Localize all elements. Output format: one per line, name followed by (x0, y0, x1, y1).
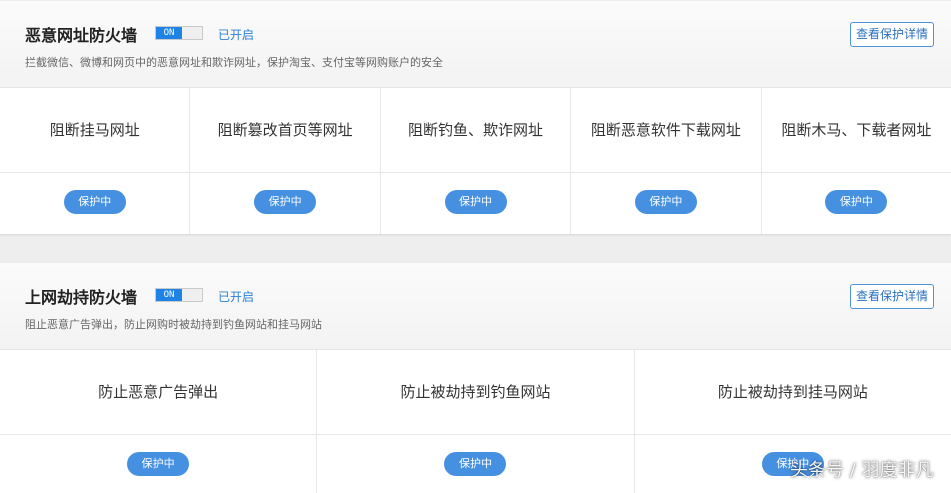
malicious-url-firewall-panel: 恶意网址防火墙 ON 已开启 拦截微信、微博和网页中的恶意网址和欺诈网址，保护淘… (0, 1, 951, 234)
protection-item-label: 阻断篡改首页等网址 (190, 88, 380, 173)
protection-item-label: 防止被劫持到挂马网站 (634, 350, 951, 435)
toggle-on-label: ON (156, 27, 182, 39)
protecting-badge: 保护中 (444, 452, 507, 476)
firewall-toggle[interactable]: ON (155, 288, 203, 302)
watermark: 头条号 / 羽度非凡 (790, 460, 934, 481)
panel-description: 拦截微信、微博和网页中的恶意网址和欺诈网址，保护淘宝、支付宝等网购账户的安全 (25, 56, 443, 69)
protection-item-label: 阻断挂马网址 (0, 88, 190, 173)
panel-header: 上网劫持防火墙 ON 已开启 阻止恶意广告弹出，防止网购时被劫持到钓鱼网站和挂马… (0, 263, 951, 350)
protection-item-label: 防止被劫持到钓鱼网站 (317, 350, 634, 435)
protection-item: 阻断篡改首页等网址 保护中 (190, 88, 381, 234)
view-protection-details-button[interactable]: 查看保护详情 (850, 22, 934, 47)
protection-item: 阻断恶意软件下载网址 保护中 (571, 88, 762, 234)
toggle-on-label: ON (156, 289, 182, 301)
protecting-badge: 保护中 (825, 190, 888, 214)
protection-item: 阻断挂马网址 保护中 (0, 88, 191, 234)
panel-title: 恶意网址防火墙 (25, 26, 138, 45)
protection-item: 阻断木马、下载者网址 保护中 (761, 88, 951, 234)
protection-item-label: 防止恶意广告弹出 (0, 350, 317, 435)
panel-title: 上网劫持防火墙 (25, 288, 138, 307)
protection-items: 阻断挂马网址 保护中 阻断篡改首页等网址 保护中 阻断钓鱼、欺诈网址 保护中 阻… (0, 88, 951, 234)
protection-item: 阻断钓鱼、欺诈网址 保护中 (380, 88, 572, 234)
protecting-badge: 保护中 (634, 190, 697, 214)
protection-item-label: 阻断钓鱼、欺诈网址 (380, 88, 571, 173)
protection-item: 防止恶意广告弹出 保护中 (0, 350, 318, 493)
protecting-badge: 保护中 (63, 190, 126, 214)
protection-item-label: 阻断恶意软件下载网址 (571, 88, 761, 173)
panel-header: 恶意网址防火墙 ON 已开启 拦截微信、微博和网页中的恶意网址和欺诈网址，保护淘… (0, 1, 951, 88)
protecting-badge: 保护中 (127, 452, 190, 476)
firewall-toggle[interactable]: ON (155, 26, 203, 40)
protecting-badge: 保护中 (444, 190, 507, 214)
toggle-status-text: 已开启 (218, 28, 255, 42)
toggle-status-text: 已开启 (218, 290, 255, 304)
protection-item-label: 阻断木马、下载者网址 (761, 88, 951, 173)
panel-description: 阻止恶意广告弹出，防止网购时被劫持到钓鱼网站和挂马网站 (25, 318, 322, 331)
protecting-badge: 保护中 (254, 190, 317, 214)
view-protection-details-button[interactable]: 查看保护详情 (850, 284, 934, 309)
protection-item: 防止被劫持到钓鱼网站 保护中 (317, 350, 635, 493)
